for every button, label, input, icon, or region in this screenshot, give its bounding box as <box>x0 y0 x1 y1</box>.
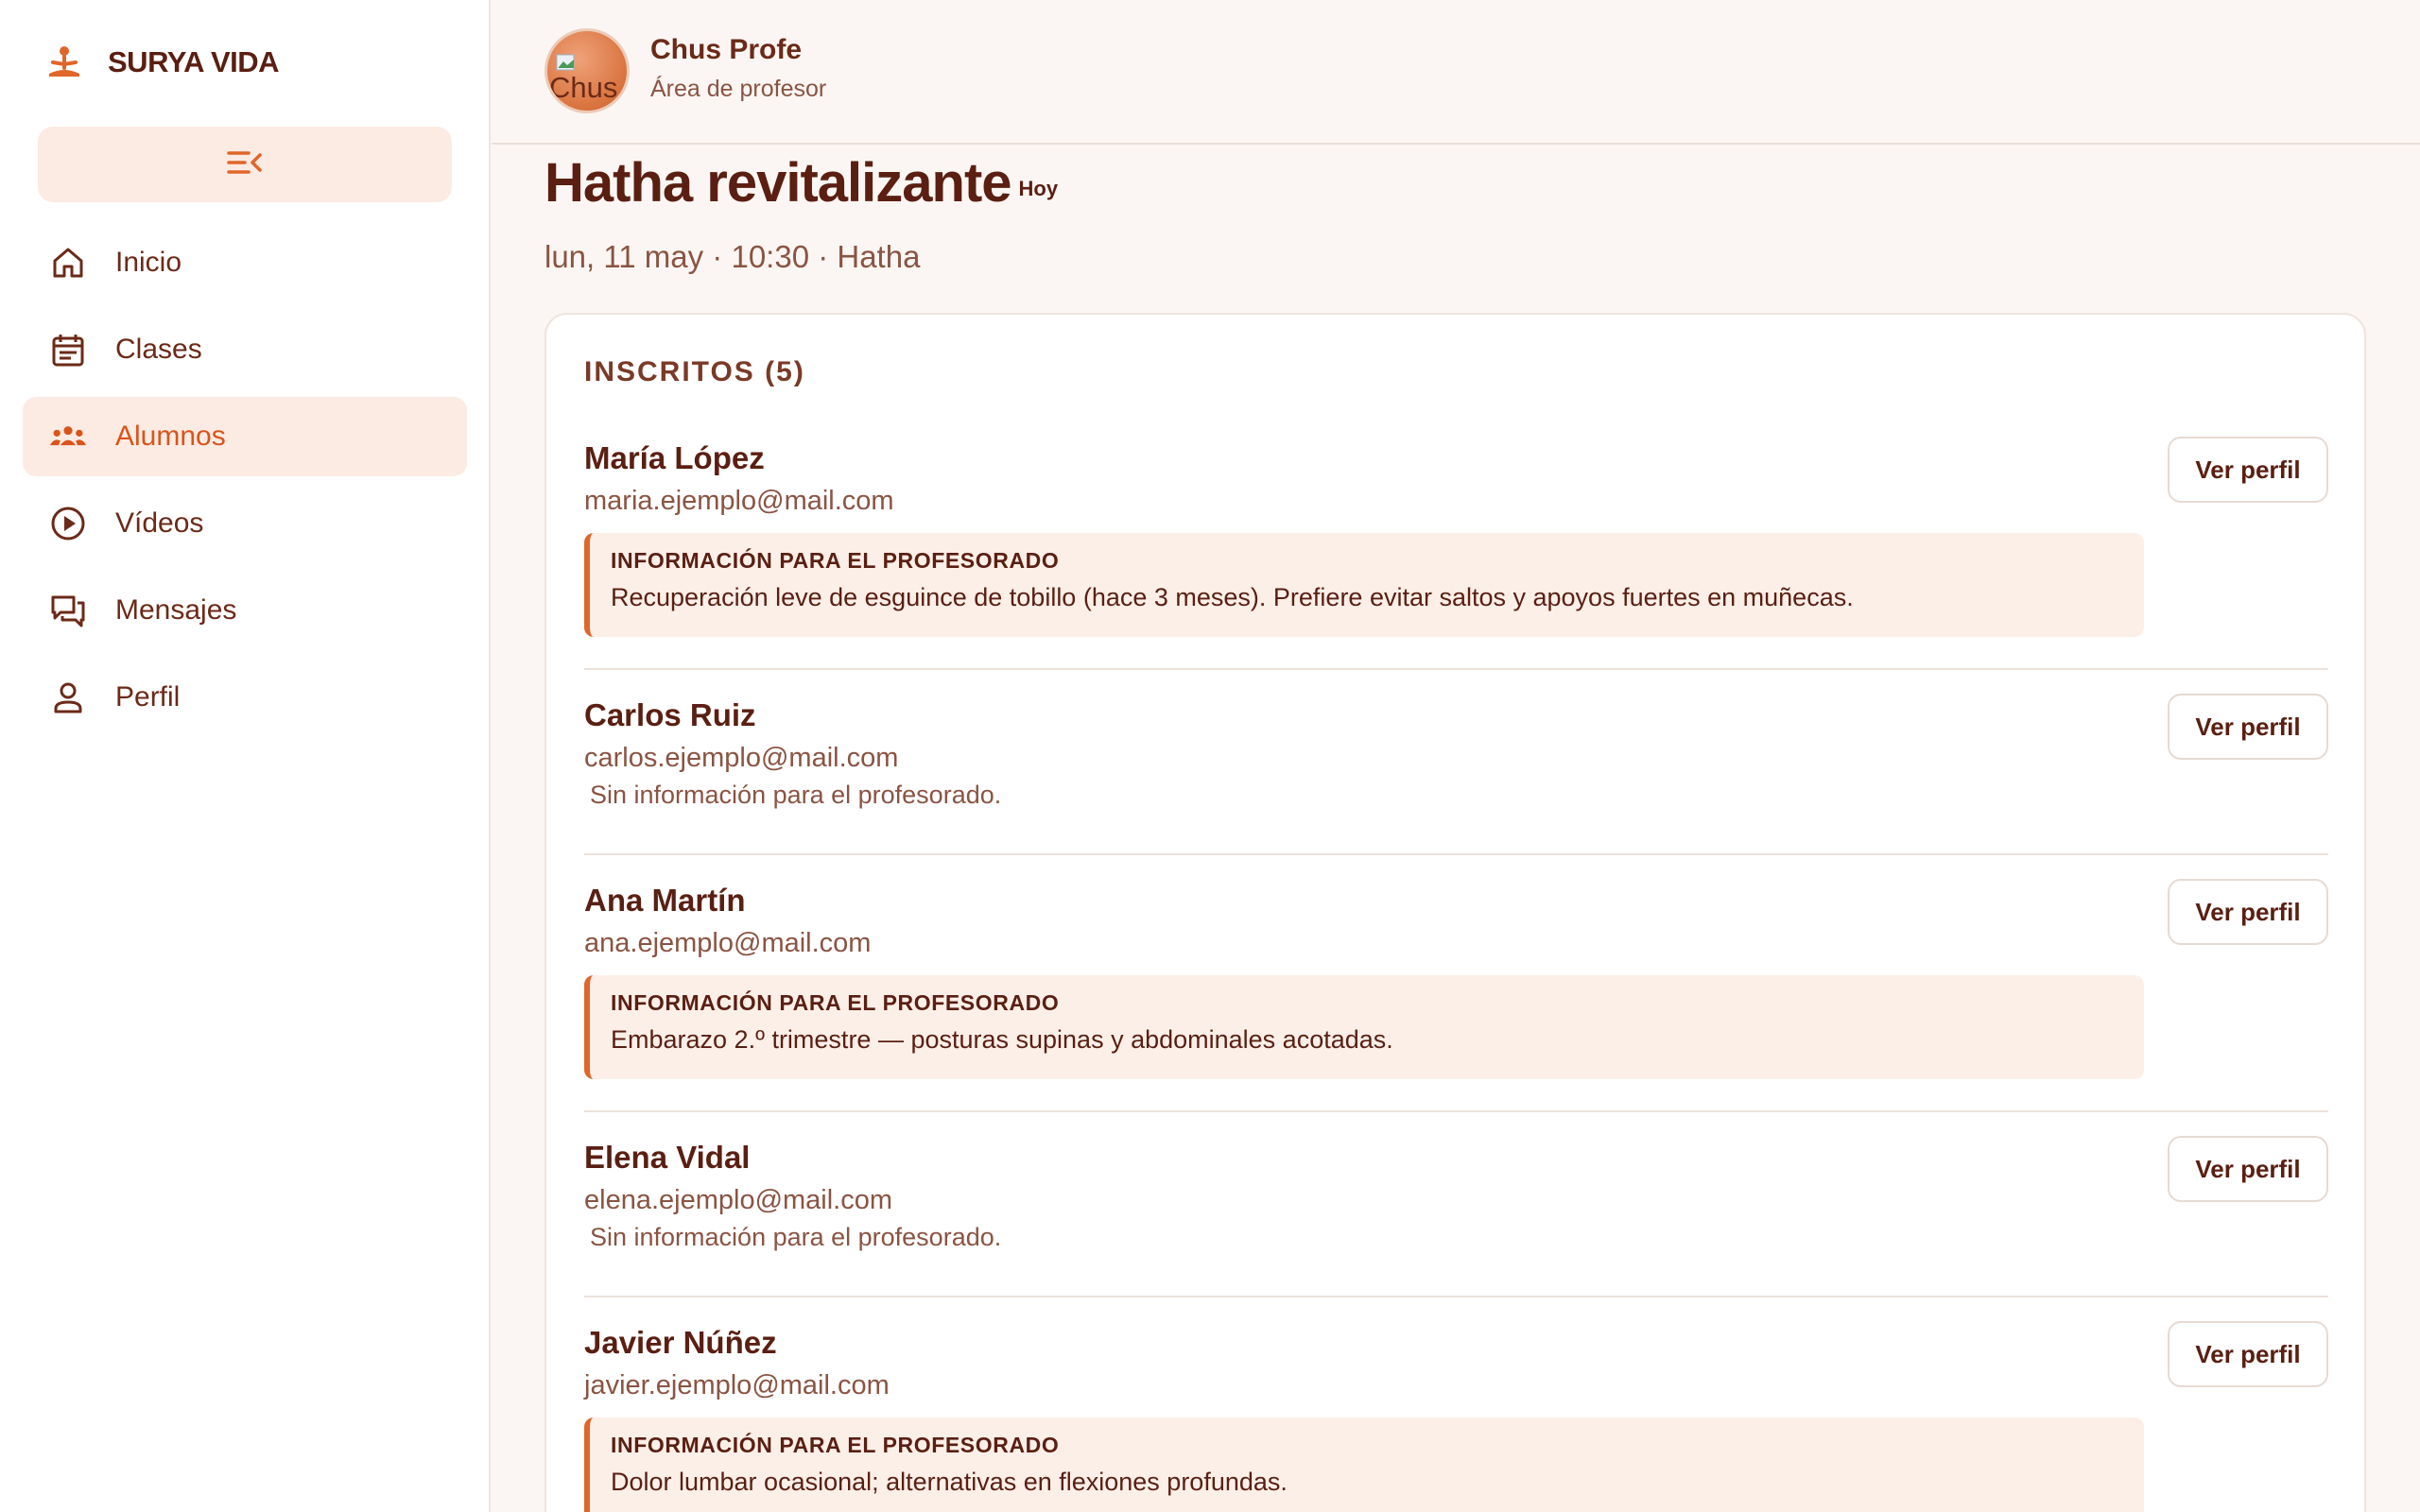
student-name: Carlos Ruiz <box>584 697 756 732</box>
view-profile-button[interactable]: Ver perfil <box>2168 1136 2328 1202</box>
collapse-sidebar-button[interactable] <box>38 127 452 202</box>
meditation-logo-icon <box>45 43 83 81</box>
student-name: Ana Martín <box>584 883 746 918</box>
sidebar-item-perfil[interactable]: Perfil <box>23 658 467 737</box>
note-label: INFORMACIÓN PARA EL PROFESORADO <box>611 1433 1060 1457</box>
teacher-note: INFORMACIÓN PARA EL PROFESORADO Dolor lu… <box>584 1418 2144 1512</box>
divider <box>584 668 2328 670</box>
class-subtitle: lun, 11 may · 10:30 · Hatha <box>544 239 921 274</box>
student-name: Elena Vidal <box>584 1140 751 1175</box>
student-name: María López <box>584 440 765 475</box>
note-text: Embarazo 2.º trimestre — posturas supina… <box>611 1025 1393 1054</box>
student-name: Javier Núñez <box>584 1325 777 1360</box>
divider <box>584 1296 2328 1297</box>
note-text: Recuperación leve de esguince de tobillo… <box>611 583 1854 611</box>
class-title: Hatha revitalizante <box>544 152 1012 214</box>
note-label: INFORMACIÓN PARA EL PROFESORADO <box>611 990 1060 1015</box>
user-name: Chus Profe <box>650 34 803 65</box>
view-profile-button[interactable]: Ver perfil <box>2168 879 2328 945</box>
divider <box>584 1110 2328 1112</box>
chat-icon <box>49 592 87 629</box>
sidebar-item-videos[interactable]: Vídeos <box>23 484 467 563</box>
sidebar-item-label: Vídeos <box>115 507 204 539</box>
sidebar-item-label: Clases <box>115 334 202 365</box>
users-icon <box>49 418 87 455</box>
note-text: Dolor lumbar ocasional; alternativas en … <box>611 1468 1288 1496</box>
sidebar-item-alumnos[interactable]: Alumnos <box>23 397 467 476</box>
person-icon <box>49 679 87 716</box>
student-email: javier.ejemplo@mail.com <box>584 1370 890 1400</box>
student-email: maria.ejemplo@mail.com <box>584 486 894 516</box>
avatar[interactable]: Chus <box>544 28 630 113</box>
view-profile-button[interactable]: Ver perfil <box>2168 1321 2328 1387</box>
sidebar-item-clases[interactable]: Clases <box>23 310 467 389</box>
brand-name: SURYA VIDA <box>108 45 280 78</box>
top-header: Chus Chus Profe Área de profesor <box>492 0 2420 145</box>
teacher-note: INFORMACIÓN PARA EL PROFESORADO Recupera… <box>584 533 2144 637</box>
today-badge: Hoy <box>1018 177 1059 200</box>
enrolled-title: INSCRITOS (5) <box>584 356 805 387</box>
enrolled-card: INSCRITOS (5) María López maria.ejemplo@… <box>544 313 2366 1512</box>
student-email: elena.ejemplo@mail.com <box>584 1185 893 1215</box>
sidebar: SURYA VIDA Inicio Clases Alumnos Vídeos … <box>0 0 491 1512</box>
teacher-note: INFORMACIÓN PARA EL PROFESORADO Embarazo… <box>584 975 2144 1079</box>
view-profile-button[interactable]: Ver perfil <box>2168 694 2328 760</box>
user-role: Área de profesor <box>650 76 827 102</box>
avatar-alt-text: Chus <box>549 71 618 104</box>
sidebar-item-mensajes[interactable]: Mensajes <box>23 571 467 650</box>
brand[interactable]: SURYA VIDA <box>45 43 280 81</box>
divider <box>584 853 2328 855</box>
note-label: INFORMACIÓN PARA EL PROFESORADO <box>611 548 1060 573</box>
student-email: carlos.ejemplo@mail.com <box>584 743 899 773</box>
no-note-text: Sin información para el profesorado. <box>590 781 1002 809</box>
sidebar-nav: Inicio Clases Alumnos Vídeos Mensajes Pe… <box>23 223 467 745</box>
sidebar-item-label: Alumnos <box>115 421 226 452</box>
student-email: ana.ejemplo@mail.com <box>584 928 872 958</box>
calendar-icon <box>49 331 87 369</box>
sidebar-item-label: Inicio <box>115 247 182 278</box>
menu-collapse-icon <box>226 147 264 182</box>
home-icon <box>49 244 87 282</box>
sidebar-item-label: Mensajes <box>115 594 237 626</box>
sidebar-item-inicio[interactable]: Inicio <box>23 223 467 302</box>
view-profile-button[interactable]: Ver perfil <box>2168 437 2328 503</box>
sidebar-item-label: Perfil <box>115 681 181 713</box>
play-circle-icon <box>49 505 87 542</box>
no-note-text: Sin información para el profesorado. <box>590 1223 1002 1251</box>
page-title: Hatha revitalizante Hoy <box>544 151 1058 215</box>
